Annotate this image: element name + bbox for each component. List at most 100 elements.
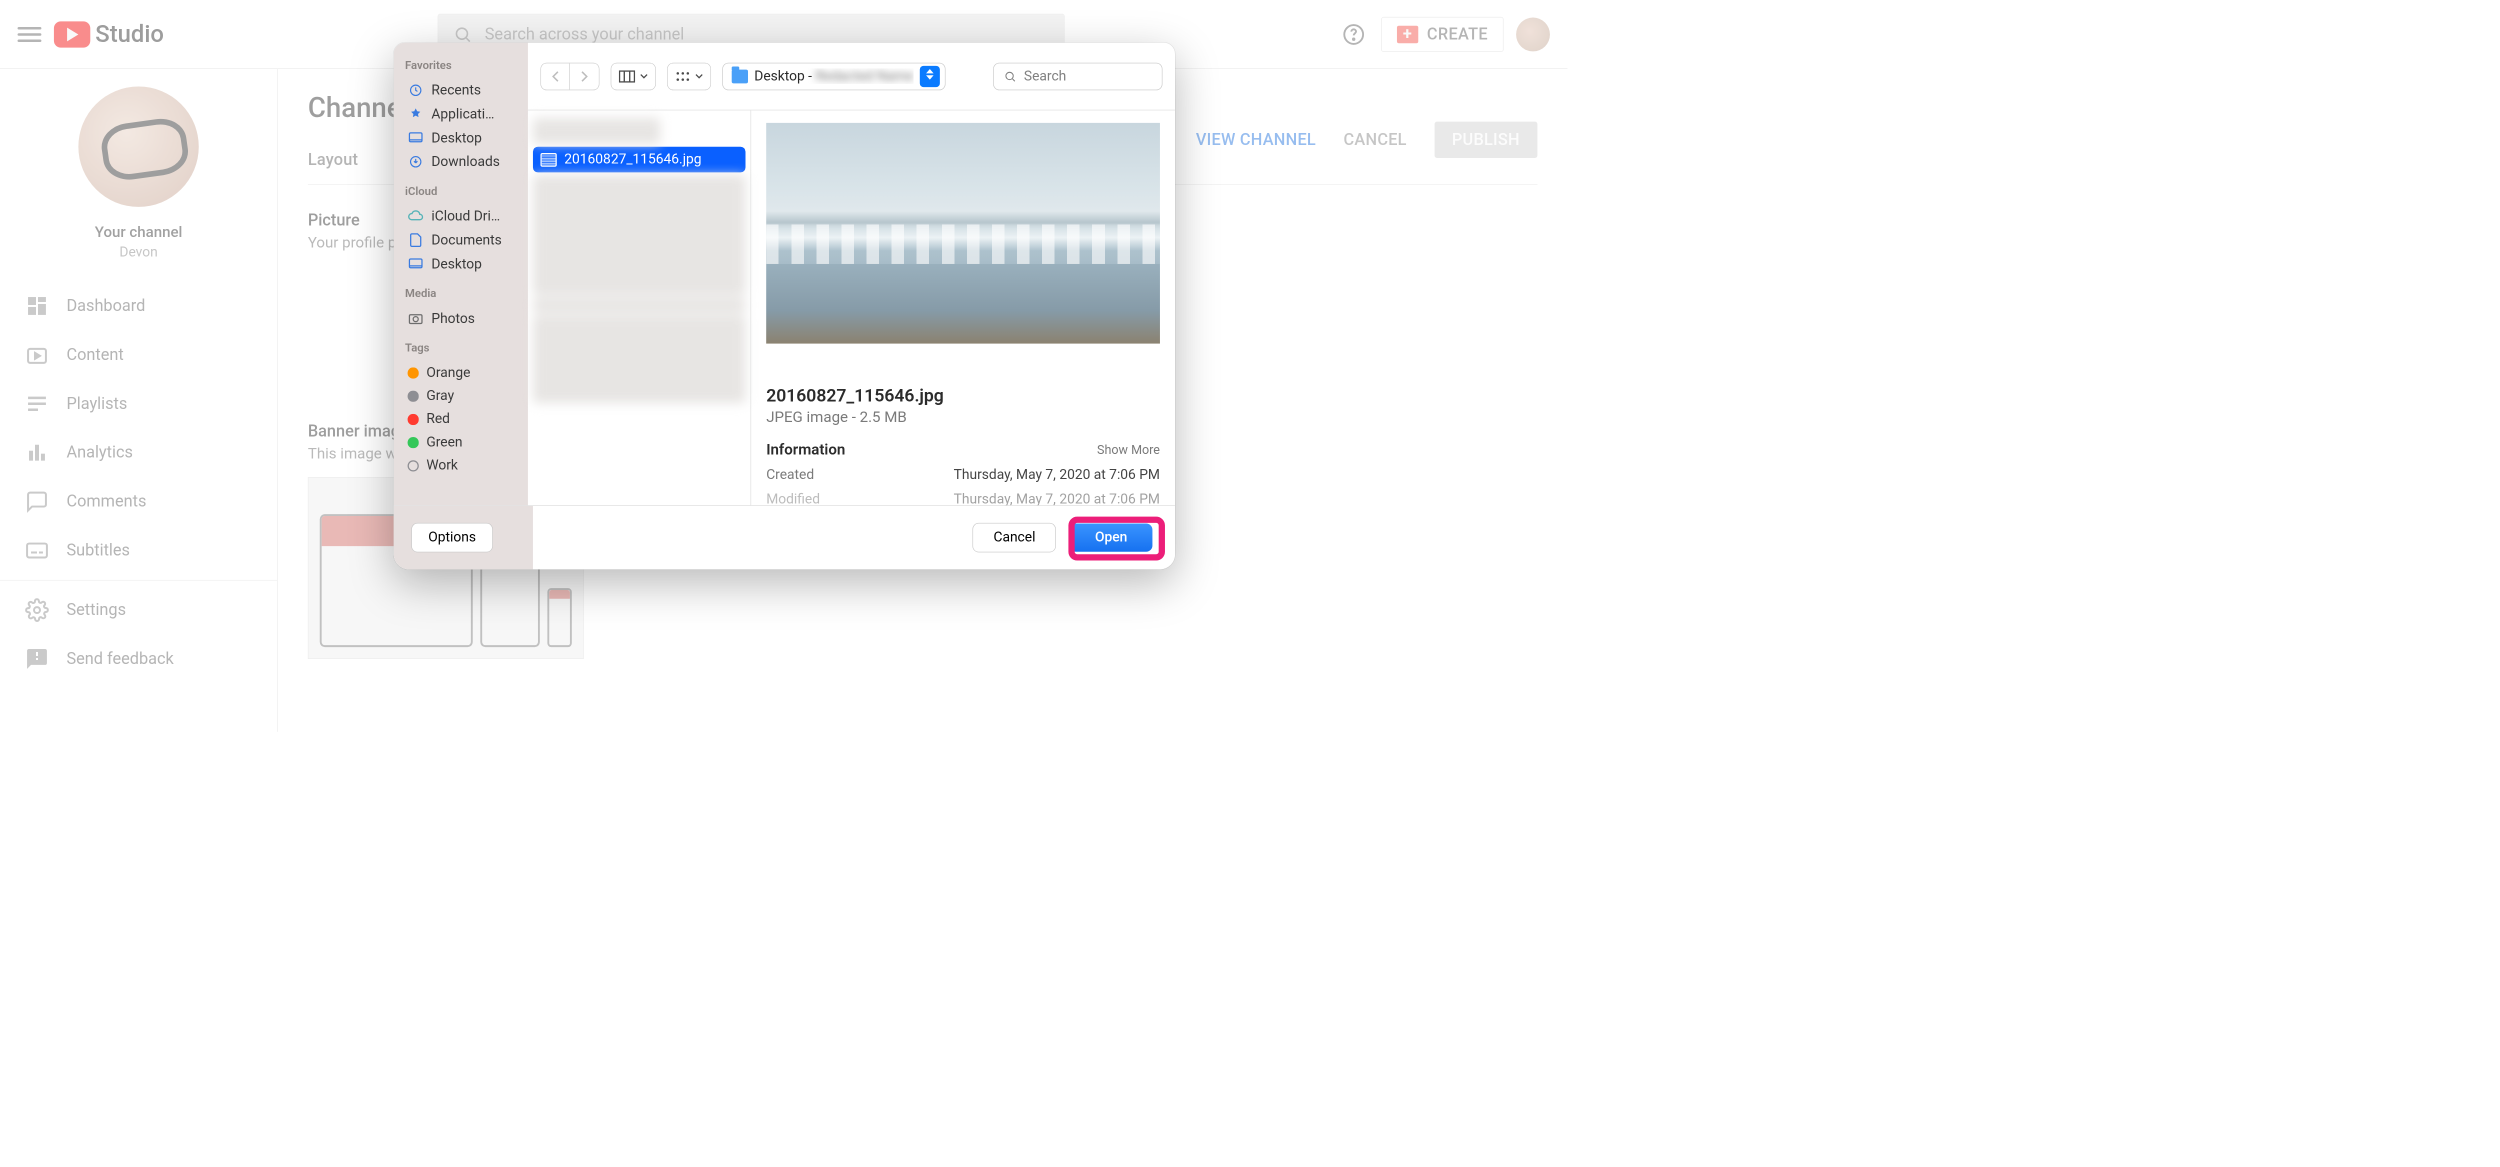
sidebar-item-content[interactable]: Content xyxy=(0,330,277,379)
clock-icon xyxy=(408,82,424,98)
updown-icon xyxy=(920,66,940,87)
menu-icon[interactable] xyxy=(18,27,42,42)
sidebar-item-subtitles[interactable]: Subtitles xyxy=(0,526,277,575)
tag-dot-icon xyxy=(408,414,419,425)
download-icon xyxy=(408,154,424,170)
playlists-icon xyxy=(25,392,49,416)
image-file-icon xyxy=(540,153,556,167)
sidebar-item-label: Recents xyxy=(431,82,481,98)
sidebar-item-feedback[interactable]: Send feedback xyxy=(0,635,277,684)
dialog-sidebar: Favorites Recents Applicati… Desktop Dow… xyxy=(394,43,528,506)
file-open-dialog: Favorites Recents Applicati… Desktop Dow… xyxy=(394,43,1175,570)
info-key: Modified xyxy=(766,492,820,506)
sidebar-documents[interactable]: Documents xyxy=(405,228,519,252)
tag-orange[interactable]: Orange xyxy=(405,361,519,384)
tag-dot-icon xyxy=(408,390,419,401)
subtitles-icon xyxy=(25,539,49,563)
tag-dot-icon xyxy=(408,460,419,471)
sidebar-item-label: Downloads xyxy=(431,154,500,170)
gear-icon xyxy=(25,598,49,622)
sidebar-item-label: Red xyxy=(426,411,450,427)
preview-image xyxy=(766,123,1160,344)
chevron-down-icon xyxy=(695,73,703,79)
sidebar-item-label: Analytics xyxy=(66,443,132,462)
sidebar-item-label: Orange xyxy=(426,365,470,381)
sidebar-item-label: Dashboard xyxy=(66,297,145,316)
sidebar-item-label: Content xyxy=(66,345,123,364)
sidebar-desktop[interactable]: Desktop xyxy=(405,126,519,150)
nav-arrows xyxy=(540,62,599,90)
sidebar-item-label: Photos xyxy=(431,311,475,327)
info-row: ModifiedThursday, May 7, 2020 at 7:06 PM xyxy=(766,492,1160,506)
sidebar-item-label: Applicati… xyxy=(431,106,494,122)
sidebar-desktop-icloud[interactable]: Desktop xyxy=(405,252,519,276)
search-placeholder: Search xyxy=(1024,68,1066,84)
tag-gray[interactable]: Gray xyxy=(405,384,519,407)
tag-green[interactable]: Green xyxy=(405,431,519,454)
sidebar-item-settings[interactable]: Settings xyxy=(0,586,277,635)
info-row: CreatedThursday, May 7, 2020 at 7:06 PM xyxy=(766,467,1160,483)
sidebar-recents[interactable]: Recents xyxy=(405,78,519,102)
sidebar-item-playlists[interactable]: Playlists xyxy=(0,379,277,428)
view-columns-button[interactable] xyxy=(611,63,655,89)
sidebar-applications[interactable]: Applicati… xyxy=(405,102,519,126)
forward-button[interactable] xyxy=(570,63,599,89)
sidebar-item-label: iCloud Dri… xyxy=(431,208,500,224)
content-icon xyxy=(25,343,49,367)
show-more-link[interactable]: Show More xyxy=(1097,442,1160,457)
channel-avatar[interactable] xyxy=(78,87,198,207)
tag-red[interactable]: Red xyxy=(405,408,519,431)
file-list-column: 20160827_115646.jpg xyxy=(528,110,751,505)
avatar[interactable] xyxy=(1516,17,1550,51)
file-preview-column: 20160827_115646.jpg JPEG image - 2.5 MB … xyxy=(751,110,1175,505)
sidebar-item-label: Send feedback xyxy=(66,650,173,669)
sidebar-item-dashboard[interactable]: Dashboard xyxy=(0,282,277,331)
help-icon[interactable] xyxy=(1339,19,1369,49)
publish-button[interactable]: PUBLISH xyxy=(1434,122,1537,158)
location-dropdown[interactable]: Desktop - Redacted Name xyxy=(722,62,945,90)
divider xyxy=(0,580,277,581)
sidebar: Your channel Devon Dashboard Content Pla… xyxy=(0,69,278,732)
sidebar-item-label: Desktop xyxy=(431,256,481,272)
camera-icon xyxy=(408,310,424,326)
sidebar-item-comments[interactable]: Comments xyxy=(0,477,277,526)
youtube-icon xyxy=(54,21,90,47)
view-grid-button[interactable] xyxy=(668,63,711,89)
cancel-button[interactable]: Cancel xyxy=(973,523,1056,552)
sidebar-item-label: Settings xyxy=(66,601,126,620)
tag-work[interactable]: Work xyxy=(405,454,519,477)
tab-layout[interactable]: Layout xyxy=(308,150,358,169)
sidebar-item-label: Green xyxy=(426,435,462,451)
analytics-icon xyxy=(25,441,49,465)
sidebar-item-label: Desktop xyxy=(431,130,481,146)
sidebar-subtitle: Devon xyxy=(0,245,277,261)
sidebar-section-head: iCloud xyxy=(405,185,519,198)
desktop-icon xyxy=(408,256,424,272)
tag-dot-icon xyxy=(408,437,419,448)
search-icon xyxy=(453,25,472,44)
sidebar-item-label: Comments xyxy=(66,492,146,511)
preview-meta: JPEG image - 2.5 MB xyxy=(766,408,1160,426)
view-channel-link[interactable]: VIEW CHANNEL xyxy=(1196,130,1316,149)
studio-logo[interactable]: Studio xyxy=(54,20,164,48)
app-icon xyxy=(408,106,424,122)
info-value: Thursday, May 7, 2020 at 7:06 PM xyxy=(954,467,1160,483)
create-icon xyxy=(1397,25,1418,43)
back-button[interactable] xyxy=(541,63,570,89)
sidebar-photos[interactable]: Photos xyxy=(405,307,519,331)
sidebar-section-head: Media xyxy=(405,287,519,300)
sidebar-item-analytics[interactable]: Analytics xyxy=(0,428,277,477)
chevron-down-icon xyxy=(640,73,648,79)
comments-icon xyxy=(25,490,49,514)
location-label: Desktop - xyxy=(754,68,815,84)
dialog-search-input[interactable]: Search xyxy=(993,62,1162,90)
sidebar-item-label: Gray xyxy=(426,388,454,404)
search-icon xyxy=(1004,70,1017,83)
file-row-selected[interactable]: 20160827_115646.jpg xyxy=(533,147,746,173)
create-button[interactable]: CREATE xyxy=(1381,17,1503,52)
sidebar-icloud[interactable]: iCloud Dri… xyxy=(405,204,519,228)
cancel-link[interactable]: CANCEL xyxy=(1344,130,1407,149)
sidebar-downloads[interactable]: Downloads xyxy=(405,150,519,174)
options-button[interactable]: Options xyxy=(411,523,493,552)
sidebar-item-label: Work xyxy=(426,458,458,474)
